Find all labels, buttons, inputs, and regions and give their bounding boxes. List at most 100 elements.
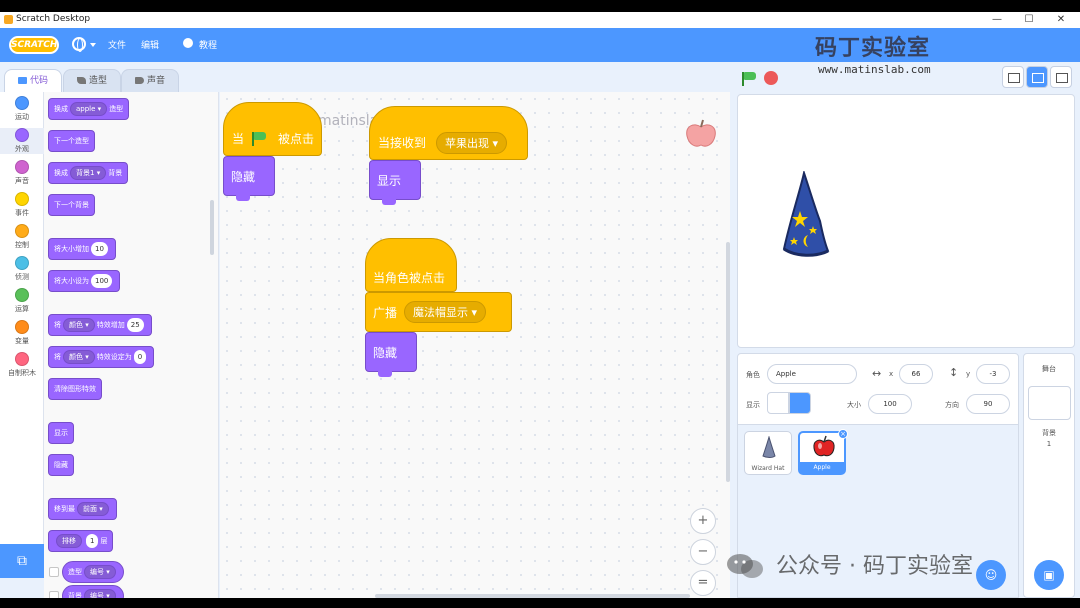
category-operators[interactable]: 运算 <box>0 288 44 314</box>
layer-direction-dropdown[interactable]: 排移 <box>56 534 82 548</box>
block-clear-effects[interactable]: 清除图形特效 <box>48 378 102 400</box>
block-hide-1[interactable]: 隐藏 <box>223 156 275 201</box>
category-sound[interactable]: 声音 <box>0 160 44 186</box>
add-backdrop-button[interactable]: ▣ <box>1034 560 1064 590</box>
code-horizontal-scrollbar[interactable] <box>375 594 690 598</box>
menu-file[interactable]: 文件 <box>108 38 126 51</box>
block-costume-reporter[interactable]: 造型 编号 ▾ <box>62 561 124 583</box>
direction-input[interactable]: 90 <box>966 394 1010 414</box>
globe-icon[interactable] <box>72 37 86 52</box>
scratch-logo[interactable]: SCRATCH <box>9 36 59 54</box>
size-change-input[interactable]: 10 <box>91 242 108 256</box>
sprite-name-input[interactable]: Apple <box>767 364 857 384</box>
y-input[interactable]: -3 <box>976 364 1010 384</box>
block-hide-2[interactable]: 隐藏 <box>365 332 417 377</box>
block-switch-costume[interactable]: 换成 apple ▾ 造型 <box>48 98 130 120</box>
category-control[interactable]: 控制 <box>0 224 44 250</box>
category-sensing[interactable]: 侦测 <box>0 256 44 282</box>
block-change-effect[interactable]: 将颜色 ▾ 特效增加 25 <box>48 314 152 336</box>
backdrop-reporter-checkbox[interactable] <box>49 591 59 598</box>
backdrop-number-dropdown[interactable]: 编号 ▾ <box>84 589 116 598</box>
layer-dropdown[interactable]: 前面 ▾ <box>77 502 109 516</box>
show-eye-icon[interactable] <box>767 392 789 414</box>
block-show[interactable]: 显示 <box>48 422 74 444</box>
costume-reporter-checkbox[interactable] <box>49 567 59 577</box>
message-dropdown[interactable]: 苹果出现 ▾ <box>436 132 508 154</box>
palette-scrollbar[interactable] <box>210 200 214 255</box>
category-looks[interactable]: 外观 <box>0 128 44 154</box>
block-go-layers[interactable]: 排移 1 层 <box>48 530 114 552</box>
fullscreen-button[interactable] <box>1050 66 1072 88</box>
block-broadcast[interactable]: 广播 魔法帽显示 ▾ <box>365 292 512 332</box>
tab-sounds[interactable]: 声音 <box>121 69 179 93</box>
small-stage-button[interactable] <box>1002 66 1024 88</box>
zoom-reset-button[interactable]: = <box>690 570 716 596</box>
green-flag-icon[interactable] <box>742 72 756 86</box>
size-input[interactable]: 100 <box>868 394 912 414</box>
sprite-card-apple[interactable]: × Apple <box>798 429 848 475</box>
category-events[interactable]: 事件 <box>0 192 44 218</box>
layers-input[interactable]: 1 <box>86 534 99 548</box>
block-next-backdrop[interactable]: 下一个背景 <box>48 194 95 216</box>
window-titlebar: Scratch Desktop — ☐ ✕ <box>0 12 1080 28</box>
tab-code[interactable]: 代码 <box>4 69 62 93</box>
block-text: 背景 <box>108 169 123 177</box>
size-set-input[interactable]: 100 <box>91 274 113 288</box>
wizard-hat-sprite[interactable] <box>780 171 830 259</box>
add-extension-button[interactable]: ⧉ <box>0 544 44 578</box>
stage-header: www.matinslab.com <box>732 62 1080 94</box>
effect-dropdown[interactable]: 颜色 ▾ <box>63 350 95 364</box>
x-label: x <box>889 370 894 378</box>
block-set-effect[interactable]: 将颜色 ▾ 特效设定为 0 <box>48 346 155 368</box>
code-area[interactable]: matinslab.com-admin 当 被点击 隐藏 当接收到 苹果出现 ▾… <box>220 92 730 598</box>
block-hide[interactable]: 隐藏 <box>48 454 74 476</box>
tab-costumes[interactable]: 造型 <box>63 69 121 93</box>
block-text: 显示 <box>377 174 402 188</box>
scratch-app-icon <box>4 15 13 24</box>
backdrop-dropdown[interactable]: 背景1 ▾ <box>70 166 107 180</box>
zoom-in-button[interactable]: + <box>690 508 716 534</box>
effect-dropdown[interactable]: 颜色 ▾ <box>63 318 95 332</box>
hide-eye-icon[interactable] <box>789 392 811 414</box>
costume-number-dropdown[interactable]: 编号 ▾ <box>84 565 116 579</box>
maximize-button[interactable]: ☐ <box>1014 12 1044 28</box>
block-text: 造型 <box>68 568 82 576</box>
block-next-costume[interactable]: 下一个造型 <box>48 130 95 152</box>
minimize-button[interactable]: — <box>982 12 1012 28</box>
menu-edit[interactable]: 编辑 <box>141 38 159 51</box>
block-show-1[interactable]: 显示 <box>369 160 421 205</box>
effect-set-input[interactable]: 0 <box>133 350 147 364</box>
block-set-size[interactable]: 将大小设为 100 <box>48 270 121 292</box>
sprite-card-wizard-hat[interactable]: Wizard Hat <box>744 431 792 475</box>
stop-icon[interactable] <box>764 71 778 85</box>
menu-tutorials[interactable]: 教程 <box>199 38 217 51</box>
normal-stage-button[interactable] <box>1026 66 1048 88</box>
block-text: 造型 <box>109 105 124 113</box>
close-button[interactable]: ✕ <box>1046 12 1076 28</box>
costume-dropdown[interactable]: apple ▾ <box>70 102 108 116</box>
category-motion[interactable]: 运动 <box>0 96 44 122</box>
x-input[interactable]: 66 <box>899 364 933 384</box>
block-text: 特效增加 <box>96 321 125 329</box>
add-sprite-button[interactable]: ☺ <box>976 560 1006 590</box>
code-vertical-scrollbar[interactable] <box>726 242 730 482</box>
block-backdrop-reporter[interactable]: 背景 编号 ▾ <box>62 585 124 598</box>
block-switch-backdrop[interactable]: 换成 背景1 ▾ 背景 <box>48 162 129 184</box>
block-go-to-layer[interactable]: 移到最 前面 ▾ <box>48 498 117 520</box>
block-change-size[interactable]: 将大小增加 10 <box>48 238 116 260</box>
delete-sprite-icon[interactable]: × <box>838 429 848 439</box>
effect-change-input[interactable]: 25 <box>126 318 144 332</box>
broadcast-message-dropdown[interactable]: 魔法帽显示 ▾ <box>404 301 487 323</box>
category-my-blocks[interactable]: 自制积木 <box>0 352 44 378</box>
zoom-out-button[interactable]: − <box>690 539 716 565</box>
block-notch <box>382 199 396 205</box>
hat-when-sprite-clicked[interactable]: 当角色被点击 <box>365 238 457 292</box>
apple-thumbnail <box>813 435 835 457</box>
tab-code-label: 代码 <box>29 76 48 86</box>
hat-when-flag-clicked[interactable]: 当 被点击 <box>223 102 322 156</box>
stage-canvas[interactable] <box>737 94 1075 348</box>
stage-thumbnail[interactable] <box>1028 386 1071 420</box>
dropdown-value: 魔法帽显示 <box>413 306 468 319</box>
category-variables[interactable]: 变量 <box>0 320 44 346</box>
hat-when-i-receive[interactable]: 当接收到 苹果出现 ▾ <box>369 106 528 160</box>
